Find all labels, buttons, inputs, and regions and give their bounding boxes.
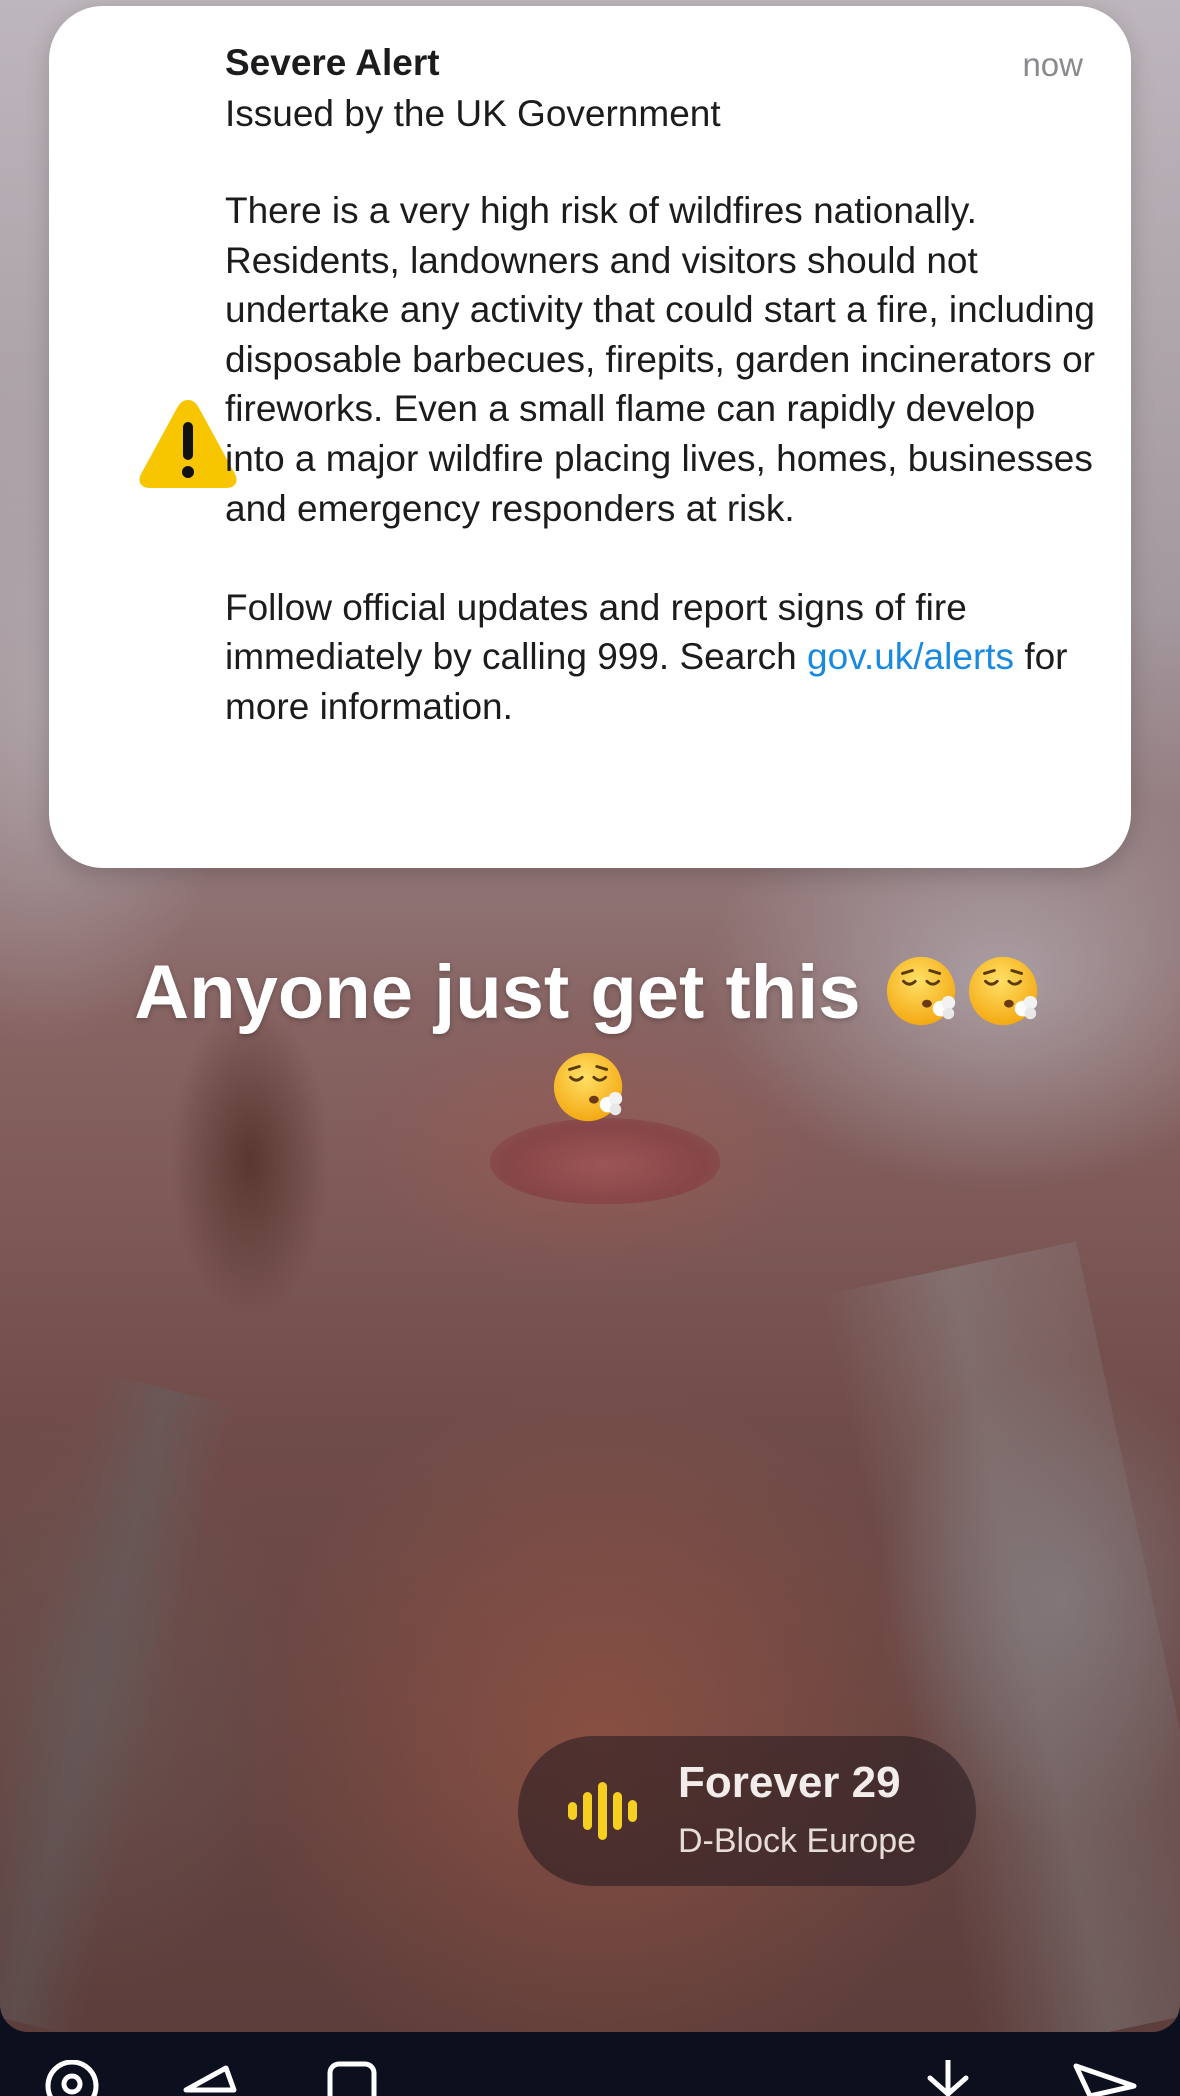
alert-issuer: Issued by the UK Government [225,93,721,134]
alert-body: There is a very high risk of wildfires n… [225,186,1095,781]
face-exhaling-emoji [966,952,1044,1030]
song-title: Forever 29 [678,1758,901,1807]
alert-timestamp: now [1022,46,1083,83]
send-icon[interactable] [1070,2060,1140,2096]
song-artist: D-Block Europe [678,1822,917,1860]
square-icon[interactable] [326,2060,382,2096]
severe-alert-notification[interactable]: Severe Alert now Issued by the UK Govern… [49,6,1131,868]
alerts-link[interactable]: gov.uk/alerts [807,636,1014,677]
location-icon[interactable] [40,2060,104,2096]
music-sticker[interactable]: Forever 29 D-Block Europe [518,1736,976,1886]
caption-text: Anyone just get this [134,950,882,1035]
download-icon[interactable] [918,2060,978,2096]
face-exhaling-emoji [551,1048,629,1126]
alert-title: Severe Alert [225,42,440,83]
sound-bars-icon [568,1782,637,1840]
alert-paragraph: Follow official updates and report signs… [225,583,1095,732]
alert-paragraph: There is a very high risk of wildfires n… [225,190,1095,529]
face-exhaling-emoji [884,952,962,1030]
bottom-nav [0,2032,1180,2096]
megaphone-icon[interactable] [180,2060,244,2096]
story-caption: Anyone just get this [60,945,1120,1137]
warning-triangle-icon [139,400,237,488]
